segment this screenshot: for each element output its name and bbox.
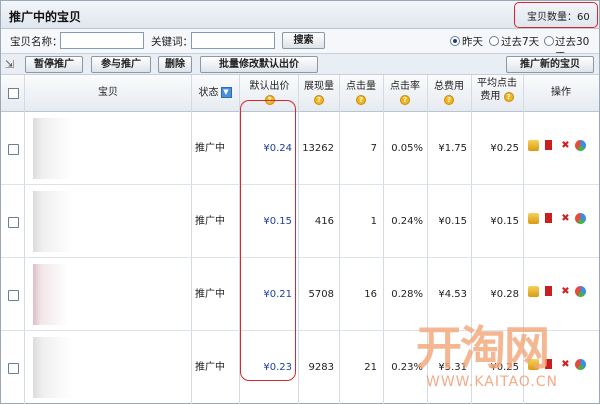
- join-promotion-button[interactable]: 参与推广: [91, 56, 151, 73]
- help-icon[interactable]: ?: [314, 95, 324, 105]
- row-cost: ¥0.15: [438, 216, 467, 227]
- col-cost[interactable]: 总费用?: [427, 75, 471, 112]
- sort-icon[interactable]: ▼: [220, 87, 232, 98]
- period-7days-label: 过去7天: [501, 36, 540, 48]
- delete-button[interactable]: 删除: [158, 56, 192, 73]
- col-avg-cpc[interactable]: 平均点击 费用 ?: [471, 75, 523, 112]
- row-avg-cpc: ¥0.15: [490, 216, 519, 227]
- row-avg-cpc: ¥0.25: [490, 143, 519, 154]
- stop-icon[interactable]: [545, 286, 552, 296]
- action-toolbar: ⇲ 暂停推广 参与推广 删除 批量修改默认出价 推广新的宝贝: [1, 53, 599, 75]
- keyword-input[interactable]: [191, 32, 275, 49]
- promote-new-item-button[interactable]: 推广新的宝贝: [506, 56, 594, 73]
- col-impressions[interactable]: 展现量?: [299, 75, 339, 112]
- row-cost: ¥1.75: [438, 143, 467, 154]
- row-clicks: 16: [364, 289, 377, 300]
- col-status[interactable]: 状态 ▼: [191, 75, 239, 112]
- row-clicks: 1: [370, 216, 377, 227]
- select-all-checkbox[interactable]: [8, 88, 19, 99]
- row-checkbox[interactable]: [8, 290, 19, 301]
- col-item: 宝贝: [98, 87, 118, 98]
- delete-icon[interactable]: ✖: [560, 213, 571, 224]
- search-button[interactable]: 搜索: [282, 32, 325, 49]
- stop-icon[interactable]: [545, 213, 552, 223]
- item-thumbnail-blurred[interactable]: [33, 264, 191, 325]
- chart-icon[interactable]: [575, 213, 586, 224]
- row-actions: ✖: [528, 213, 598, 227]
- edit-icon[interactable]: [528, 286, 539, 297]
- row-status: 推广中: [195, 143, 225, 154]
- chart-icon[interactable]: [575, 140, 586, 151]
- edit-icon[interactable]: [528, 213, 539, 224]
- col-clicks[interactable]: 点击量?: [339, 75, 383, 112]
- batch-edit-bid-button[interactable]: 批量修改默认出价: [200, 56, 318, 73]
- funnel-icon: ⇲: [5, 58, 15, 71]
- help-icon[interactable]: ?: [400, 95, 410, 105]
- item-thumbnail-blurred[interactable]: [33, 118, 191, 179]
- pause-promotion-button[interactable]: 暂停推广: [25, 56, 83, 73]
- help-icon[interactable]: ?: [503, 92, 514, 102]
- row-impressions: 416: [314, 216, 334, 227]
- delete-icon[interactable]: ✖: [560, 286, 571, 297]
- item-thumbnail-blurred[interactable]: [33, 337, 191, 398]
- row-clicks: 7: [370, 143, 377, 154]
- watermark-logo: 开淘网: [416, 321, 550, 375]
- chart-icon[interactable]: [575, 286, 586, 297]
- row-ctr: 0.24%: [391, 216, 423, 227]
- row-clicks: 21: [364, 362, 377, 373]
- row-actions: ✖: [528, 286, 598, 300]
- table-row: 推广中 ¥0.24 13262 7 0.05% ¥1.75 ¥0.25 ✖: [1, 112, 599, 185]
- kaitao-watermark: 开淘网 WWW.KAITAO.CN: [410, 312, 595, 400]
- period-yesterday-label: 昨天: [462, 36, 483, 48]
- row-checkbox[interactable]: [8, 144, 19, 155]
- row-status: 推广中: [195, 362, 225, 373]
- table-header: 宝贝 状态 ▼ 默认出价? 展现量? 点击量? 点击率? 总费用? 平均点击 费用…: [1, 75, 599, 112]
- help-icon[interactable]: ?: [356, 95, 366, 105]
- row-impressions: 13262: [302, 143, 334, 154]
- delete-icon[interactable]: ✖: [560, 140, 571, 151]
- col-ctr[interactable]: 点击率?: [383, 75, 427, 112]
- default-bid-highlight: [240, 100, 296, 381]
- period-30days-radio[interactable]: [544, 36, 554, 46]
- row-status: 推广中: [195, 216, 225, 227]
- stop-icon[interactable]: [545, 140, 552, 150]
- table-row: 推广中 ¥0.15 416 1 0.24% ¥0.15 ¥0.15 ✖: [1, 185, 599, 258]
- row-impressions: 9283: [308, 362, 334, 373]
- row-ctr: 0.05%: [391, 143, 423, 154]
- row-status: 推广中: [195, 289, 225, 300]
- watermark-url: WWW.KAITAO.CN: [426, 374, 558, 390]
- row-impressions: 5708: [308, 289, 334, 300]
- period-7days-radio[interactable]: [489, 36, 499, 46]
- row-checkbox[interactable]: [8, 363, 19, 374]
- page-title: 推广中的宝贝: [9, 10, 82, 24]
- row-checkbox[interactable]: [8, 217, 19, 228]
- keyword-label: 关键词：: [151, 36, 193, 48]
- item-thumbnail-blurred[interactable]: [33, 191, 191, 252]
- filter-row: 宝贝名称： 关键词： 搜索 昨天 过去7天 过去30天: [1, 29, 599, 63]
- item-name-input[interactable]: [60, 32, 144, 49]
- period-yesterday-radio[interactable]: [450, 36, 460, 46]
- col-actions: 操作: [551, 87, 571, 98]
- edit-icon[interactable]: [528, 140, 539, 151]
- row-actions: ✖: [528, 140, 598, 154]
- help-icon[interactable]: ?: [444, 95, 454, 105]
- item-count: 宝贝数量：60: [527, 12, 590, 23]
- title-bar: 推广中的宝贝: [1, 1, 599, 29]
- item-name-label: 宝贝名称：: [10, 36, 63, 48]
